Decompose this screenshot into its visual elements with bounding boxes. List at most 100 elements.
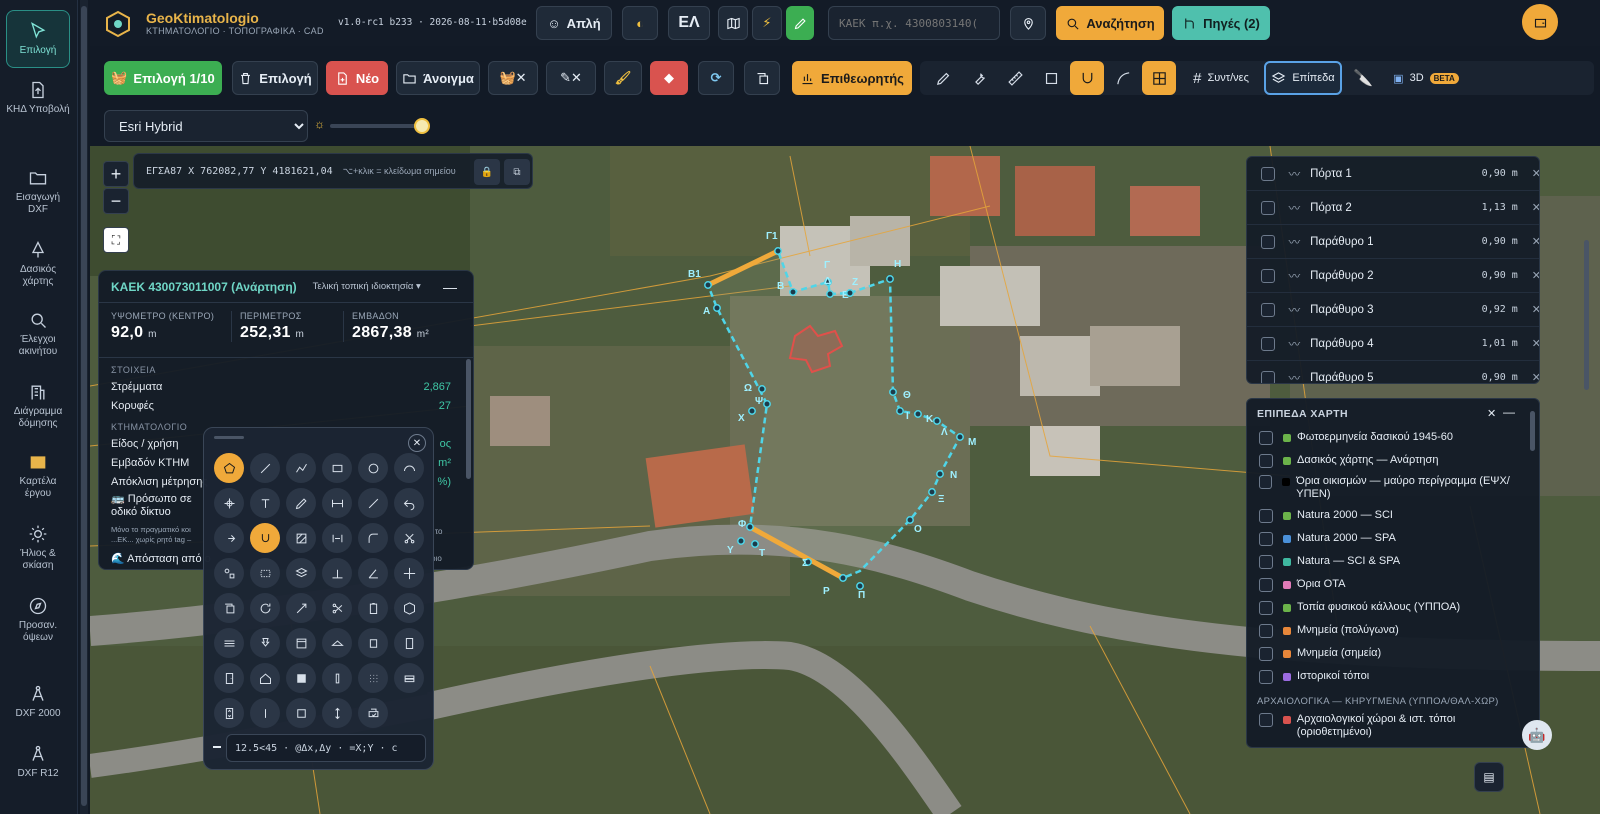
collapse-icon[interactable]: — bbox=[443, 279, 457, 295]
vertex-marker[interactable] bbox=[856, 582, 864, 590]
layer-checkbox[interactable] bbox=[1259, 475, 1273, 489]
rotate-tool[interactable] bbox=[250, 593, 280, 623]
select-rect-tool[interactable] bbox=[250, 558, 280, 588]
vertex-marker[interactable] bbox=[889, 388, 897, 396]
move-tool[interactable] bbox=[394, 558, 424, 588]
print-check-tool[interactable] bbox=[358, 698, 388, 728]
layer-checkbox[interactable] bbox=[1259, 601, 1273, 615]
grid-snap-tool[interactable] bbox=[1142, 61, 1176, 95]
search-button[interactable]: Αναζήτηση bbox=[1056, 6, 1164, 40]
ruler-tool[interactable] bbox=[998, 61, 1032, 95]
vertex-marker[interactable] bbox=[713, 304, 721, 312]
layer-checkbox[interactable] bbox=[1259, 670, 1273, 684]
openings-scrollbar[interactable] bbox=[1584, 240, 1589, 390]
layer-row[interactable]: Φωτοερμηνεία δασικού 1945-60 bbox=[1259, 431, 1529, 445]
opening-checkbox[interactable] bbox=[1261, 370, 1275, 383]
vertex-marker[interactable] bbox=[928, 488, 936, 496]
rail-dxf2000[interactable]: DXF 2000 bbox=[6, 684, 70, 720]
sources-button[interactable]: Πηγές (2) bbox=[1172, 6, 1270, 40]
vertex-marker[interactable] bbox=[748, 407, 756, 415]
opening-checkbox[interactable] bbox=[1261, 166, 1275, 181]
parcel-scrollbar[interactable] bbox=[466, 359, 471, 479]
column-tool[interactable] bbox=[358, 628, 388, 658]
language-button[interactable]: ΕΛ bbox=[668, 6, 710, 40]
wrench-tool[interactable] bbox=[962, 61, 996, 95]
layer-checkbox[interactable] bbox=[1259, 578, 1273, 592]
account-button[interactable] bbox=[1522, 4, 1558, 40]
edit-toggle[interactable] bbox=[786, 6, 814, 40]
opening-row[interactable]: 〰 Πόρτα 1 0,90 m ✕ bbox=[1247, 157, 1539, 191]
divider-tool[interactable] bbox=[250, 698, 280, 728]
opening-checkbox[interactable] bbox=[1261, 268, 1275, 283]
layers-minimize-icon[interactable]: — bbox=[1503, 405, 1515, 419]
vertex-marker[interactable] bbox=[886, 275, 894, 283]
rail-checks[interactable]: Έλεγχοι ακινήτου bbox=[6, 310, 70, 358]
clear-selection-button[interactable]: 🧺✕ bbox=[488, 61, 538, 95]
new-button[interactable]: Νέο bbox=[326, 61, 388, 95]
layers-scrollbar[interactable] bbox=[1530, 411, 1535, 451]
duplicate-tool[interactable] bbox=[214, 593, 244, 623]
window-tool[interactable] bbox=[286, 628, 316, 658]
fillet-tool[interactable] bbox=[358, 523, 388, 553]
copy-button[interactable] bbox=[744, 61, 780, 95]
layer-checkbox[interactable] bbox=[1259, 624, 1273, 638]
group-tool[interactable] bbox=[214, 558, 244, 588]
rect-tool[interactable] bbox=[322, 453, 352, 483]
snap-tool-active[interactable] bbox=[250, 523, 280, 553]
vertex-marker[interactable] bbox=[746, 523, 754, 531]
point-tool[interactable] bbox=[214, 488, 244, 518]
text-tool[interactable] bbox=[250, 488, 280, 518]
rail-orientation[interactable]: Προσαν. όψεων bbox=[6, 596, 70, 644]
vertex-marker[interactable] bbox=[737, 537, 745, 545]
pattern-tool[interactable] bbox=[358, 663, 388, 693]
delete-icon[interactable]: ✕ bbox=[1532, 167, 1539, 180]
opening-row[interactable]: 〰 Παράθυρο 2 0,90 m ✕ bbox=[1247, 259, 1539, 293]
clipboard-tool[interactable] bbox=[358, 593, 388, 623]
vertex-marker[interactable] bbox=[839, 574, 847, 582]
offset-tool[interactable] bbox=[322, 523, 352, 553]
knife-tool[interactable]: 🔪 bbox=[1346, 61, 1380, 95]
rectangle-tool[interactable] bbox=[1034, 61, 1068, 95]
polyline-tool[interactable] bbox=[286, 453, 316, 483]
layer-checkbox[interactable] bbox=[1259, 647, 1273, 661]
redo-tool[interactable] bbox=[214, 523, 244, 553]
delete-icon[interactable]: ✕ bbox=[1532, 235, 1539, 248]
filter-tool[interactable] bbox=[214, 628, 244, 658]
layer-checkbox[interactable] bbox=[1259, 555, 1273, 569]
measure-tool[interactable] bbox=[358, 488, 388, 518]
opening-row[interactable]: 〰 Παράθυρο 4 1,01 m ✕ bbox=[1247, 327, 1539, 361]
hatch-tool[interactable] bbox=[286, 523, 316, 553]
map-button[interactable] bbox=[718, 6, 748, 40]
location-button[interactable] bbox=[1010, 6, 1046, 40]
open-button[interactable]: Άνοιγμα bbox=[396, 61, 480, 95]
selection-count-button[interactable]: 🧺 Επιλογή 1/10 bbox=[104, 61, 222, 95]
opening-checkbox[interactable] bbox=[1261, 200, 1275, 215]
layer-checkbox[interactable] bbox=[1259, 509, 1273, 523]
zoom-in-button[interactable]: + bbox=[103, 161, 129, 187]
basemap-select[interactable]: Esri Hybrid bbox=[104, 110, 308, 142]
copy-coord-icon[interactable]: ⧉ bbox=[504, 159, 530, 185]
delete-icon[interactable]: ✕ bbox=[1532, 337, 1539, 350]
angle-tool[interactable] bbox=[358, 558, 388, 588]
opening-row[interactable]: 〰 Παράθυρο 1 0,90 m ✕ bbox=[1247, 225, 1539, 259]
circle-tool[interactable] bbox=[358, 453, 388, 483]
height-tool[interactable] bbox=[322, 698, 352, 728]
theme-toggle[interactable]: ◐ bbox=[622, 6, 658, 40]
opening-checkbox[interactable] bbox=[1261, 234, 1275, 249]
rail-project-card[interactable]: Καρτέλα έργου bbox=[6, 452, 70, 500]
zoom-out-button[interactable]: − bbox=[103, 188, 129, 214]
opening-checkbox[interactable] bbox=[1261, 302, 1275, 317]
polygon-tool[interactable] bbox=[214, 453, 244, 483]
rail-khd[interactable]: ΚΗΔ Υποβολή bbox=[6, 80, 70, 116]
opening-row[interactable]: 〰 Παράθυρο 3 0,92 m ✕ bbox=[1247, 293, 1539, 327]
rail-dxfr12[interactable]: DXF R12 bbox=[6, 744, 70, 780]
rail-select[interactable]: Επιλογή bbox=[6, 10, 70, 68]
vertex-marker[interactable] bbox=[846, 289, 854, 297]
door-open-tool[interactable] bbox=[214, 663, 244, 693]
vertex-marker[interactable] bbox=[774, 247, 782, 255]
brightness-slider[interactable] bbox=[330, 118, 430, 134]
delete-icon[interactable]: ✕ bbox=[1532, 371, 1539, 383]
opening-checkbox[interactable] bbox=[1261, 336, 1275, 351]
pillar-tool[interactable] bbox=[322, 663, 352, 693]
solid-tool[interactable] bbox=[286, 663, 316, 693]
